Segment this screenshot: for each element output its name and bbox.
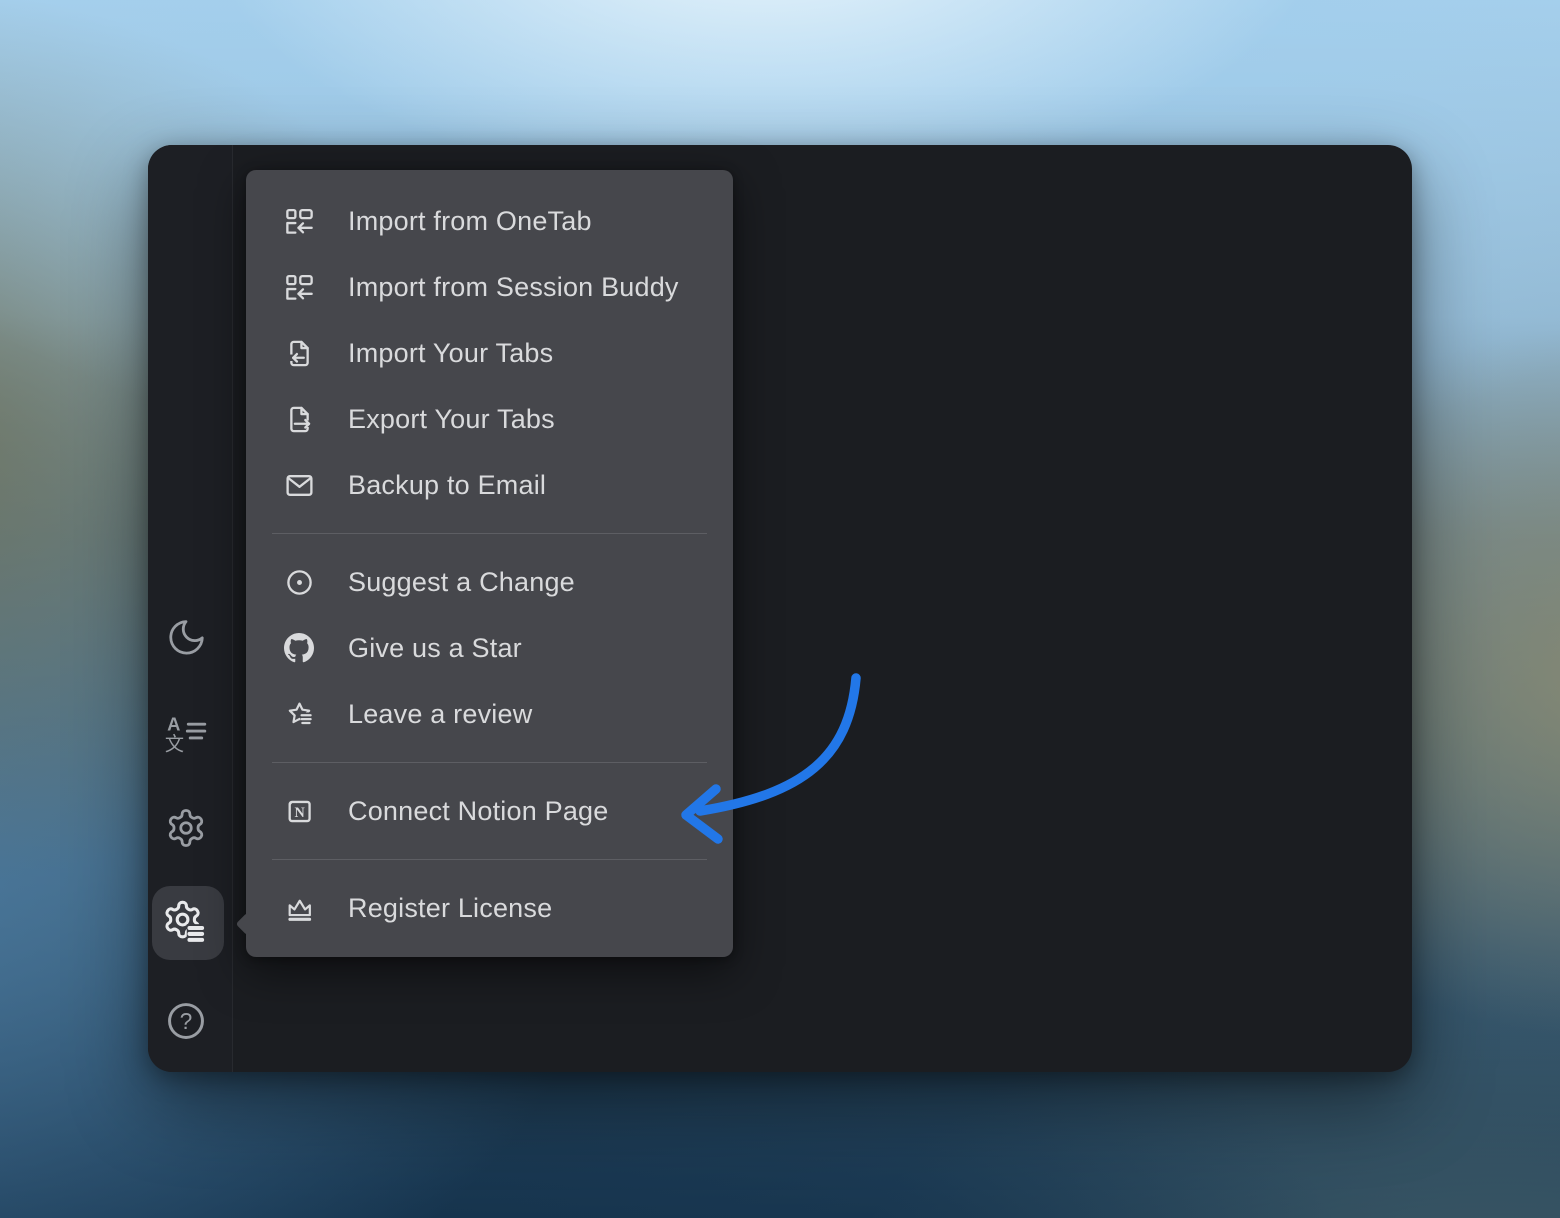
svg-text:文: 文 bbox=[165, 732, 184, 755]
menu-item-import-onetab[interactable]: Import from OneTab bbox=[246, 188, 733, 254]
menu-item-label: Import from OneTab bbox=[348, 206, 592, 237]
menu-item-label: Give us a Star bbox=[348, 633, 522, 664]
issue-dot-icon bbox=[283, 566, 315, 598]
star-review-icon bbox=[283, 698, 315, 730]
menu-divider bbox=[272, 533, 707, 534]
help-button[interactable]: ? bbox=[164, 999, 208, 1043]
svg-text:N: N bbox=[294, 805, 305, 821]
menu-item-label: Register License bbox=[348, 893, 552, 924]
menu-item-label: Connect Notion Page bbox=[348, 796, 608, 827]
menu-item-export-tabs[interactable]: Export Your Tabs bbox=[246, 386, 733, 452]
menu-item-label: Backup to Email bbox=[348, 470, 546, 501]
menu-item-leave-review[interactable]: Leave a review bbox=[246, 681, 733, 747]
app-window: A 文 bbox=[148, 145, 1412, 1072]
translate-icon: A 文 bbox=[163, 710, 209, 756]
crown-icon bbox=[283, 892, 315, 924]
menu-item-label: Leave a review bbox=[348, 699, 532, 730]
notion-icon: N bbox=[283, 795, 315, 827]
sidebar: A 文 bbox=[148, 145, 233, 1072]
mail-icon bbox=[283, 469, 315, 501]
github-icon bbox=[283, 632, 315, 664]
settings-button[interactable] bbox=[164, 806, 208, 850]
menu-item-import-tabs[interactable]: Import Your Tabs bbox=[246, 320, 733, 386]
dark-mode-button[interactable] bbox=[164, 615, 208, 659]
import-session-buddy-icon bbox=[283, 271, 315, 303]
settings-flyout-menu: Import from OneTab Import from Session B… bbox=[246, 170, 733, 957]
menu-item-register-license[interactable]: Register License bbox=[246, 875, 733, 941]
export-tabs-icon bbox=[283, 403, 315, 435]
gear-icon bbox=[165, 807, 207, 849]
help-circle-icon: ? bbox=[165, 1000, 207, 1042]
menu-item-label: Suggest a Change bbox=[348, 567, 575, 598]
menu-item-label: Import Your Tabs bbox=[348, 338, 553, 369]
menu-item-label: Import from Session Buddy bbox=[348, 272, 679, 303]
menu-divider bbox=[272, 859, 707, 860]
menu-item-label: Export Your Tabs bbox=[348, 404, 555, 435]
gear-list-icon bbox=[163, 900, 209, 946]
language-button[interactable]: A 文 bbox=[164, 711, 208, 755]
menu-item-connect-notion[interactable]: N Connect Notion Page bbox=[246, 778, 733, 844]
moon-icon bbox=[165, 616, 207, 658]
menu-item-suggest-change[interactable]: Suggest a Change bbox=[246, 549, 733, 615]
svg-text:A: A bbox=[167, 713, 180, 734]
svg-text:?: ? bbox=[180, 1008, 193, 1034]
menu-divider bbox=[272, 762, 707, 763]
menu-item-import-session-buddy[interactable]: Import from Session Buddy bbox=[246, 254, 733, 320]
menu-item-backup-email[interactable]: Backup to Email bbox=[246, 452, 733, 518]
import-onetab-icon bbox=[283, 205, 315, 237]
import-tabs-icon bbox=[283, 337, 315, 369]
tab-actions-button[interactable] bbox=[164, 901, 208, 945]
menu-item-github-star[interactable]: Give us a Star bbox=[246, 615, 733, 681]
